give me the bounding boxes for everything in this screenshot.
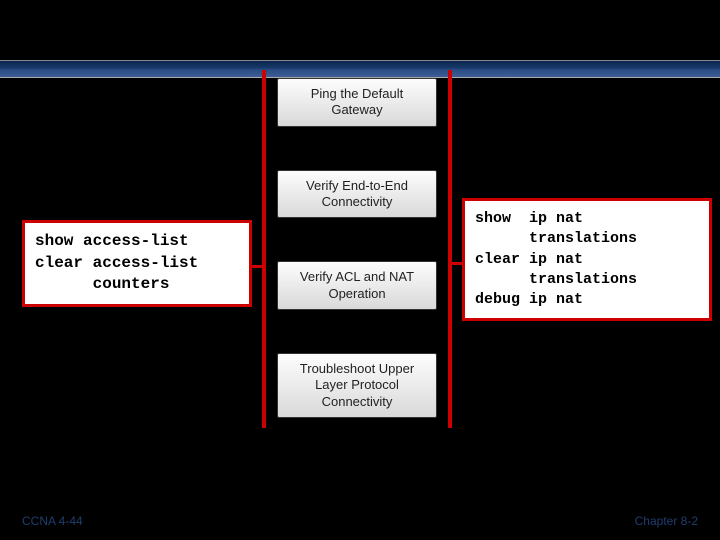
connector-line-right <box>448 262 462 265</box>
flow-box-ping-gateway: Ping the Default Gateway <box>277 78 437 127</box>
arrow-down-icon: ↓ <box>352 151 363 169</box>
arrow-down-icon: ↓ <box>352 334 363 352</box>
arrow-down-icon: ↓ <box>352 313 363 331</box>
flow-box-end-to-end: Verify End-to-End Connectivity <box>277 170 437 219</box>
arrow-down-icon: ↓ <box>352 243 363 261</box>
arrow-down-icon: ↓ <box>352 130 363 148</box>
bullet-block: Troubleshooting Application Layer Proble… <box>26 88 236 163</box>
question-text: Are the inside and outside interfaces pr… <box>468 344 698 419</box>
commands-ip-nat: show ip nat translations clear ip nat tr… <box>462 198 712 321</box>
flowchart-column: Ping the Default Gateway ↓ ↓ Verify End-… <box>262 70 452 428</box>
commands-access-list: show access-list clear access-list count… <box>22 220 252 307</box>
bullet-text: Troubleshooting Application Layer Proble… <box>47 88 232 163</box>
footer-page-right: Chapter 8-2 <box>635 514 698 528</box>
flow-box-upper-layer: Troubleshoot Upper Layer Protocol Connec… <box>277 353 437 418</box>
flow-box-acl-nat: Verify ACL and NAT Operation <box>277 261 437 310</box>
arrow-down-icon: ↓ <box>352 221 363 239</box>
bullet-dot-icon <box>26 97 33 104</box>
connector-line-left <box>252 265 266 268</box>
slide-title: Application Layer Troubleshooting <box>0 8 720 40</box>
footer-page-left: CCNA 4-44 <box>22 514 83 528</box>
slide-title-area: Application Layer Troubleshooting <box>0 8 720 40</box>
